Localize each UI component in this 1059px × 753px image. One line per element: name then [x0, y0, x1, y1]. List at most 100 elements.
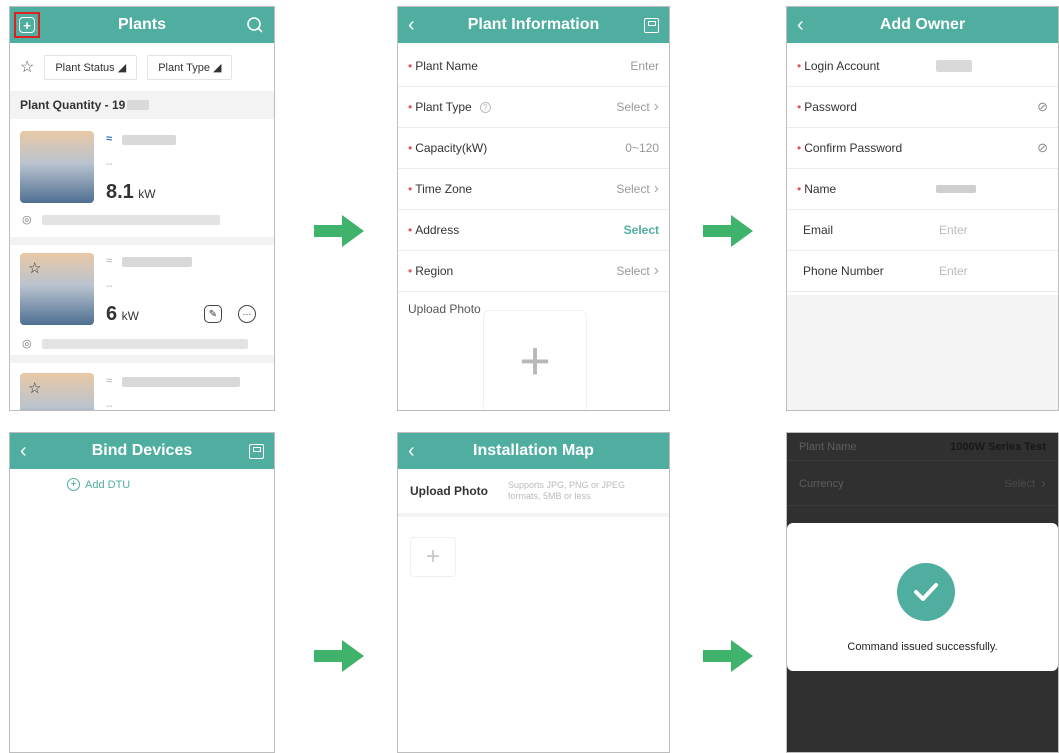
chevron-left-icon: ‹ [408, 439, 415, 462]
required-mark: • [408, 141, 413, 155]
row-phone-number[interactable]: Phone Number Enter [787, 251, 1058, 292]
required-mark: • [797, 182, 802, 196]
redacted-address [42, 215, 220, 225]
row-value: Enter [630, 59, 659, 73]
highlight-box: + [14, 12, 40, 38]
page-title: Bind Devices [91, 442, 193, 459]
plant-status-dash: -- [106, 401, 113, 411]
add-dtu-button[interactable]: + Add DTU [67, 478, 130, 491]
success-dialog: Command issued successfully. [787, 523, 1058, 671]
chevron-left-icon: ‹ [20, 439, 27, 462]
wifi-off-icon: ≈ [106, 375, 113, 387]
row-time-zone[interactable]: • Time Zone Select › [398, 169, 669, 210]
redacted-text [122, 377, 240, 387]
plant-info-form: • Plant Name Enter • Plant Type ? Select… [398, 46, 669, 292]
row-value: 1000W Series Test [950, 440, 1046, 453]
success-screen: Plant Name 1000W Series Test Currency Se… [786, 432, 1059, 753]
row-address[interactable]: • Address Select [398, 210, 669, 251]
row-label: Region [415, 264, 454, 278]
star-icon[interactable]: ☆ [20, 57, 34, 77]
save-button[interactable] [249, 433, 264, 469]
help-icon[interactable]: ? [479, 101, 491, 113]
upload-photo-button[interactable]: + [410, 537, 456, 577]
row-region[interactable]: • Region Select › [398, 251, 669, 292]
row-login-account[interactable]: • Login Account [787, 46, 1058, 87]
eye-off-icon[interactable]: ⊘ [1037, 99, 1048, 115]
row-email[interactable]: Email Enter [787, 210, 1058, 251]
location-pin-icon: ◎ [22, 214, 32, 226]
eye-off-icon[interactable]: ⊘ [1037, 140, 1048, 156]
more-icon[interactable]: ··· [238, 305, 256, 323]
plant-thumbnail [20, 131, 94, 203]
upload-hint: Supports JPG, PNG or JPEG formats, 5MB o… [508, 480, 626, 501]
redacted-text [936, 60, 973, 72]
installation-map-header: ‹ Installation Map [398, 433, 669, 469]
row-confirm-password[interactable]: • Confirm Password ⊘ [787, 128, 1058, 169]
row-capacity[interactable]: • Capacity(kW) 0~120 [398, 128, 669, 169]
redacted-text [122, 135, 176, 145]
upload-photo-label: Upload Photo [410, 484, 488, 498]
back-button[interactable]: ‹ [20, 433, 27, 469]
chevron-right-icon: › [653, 180, 659, 197]
chevron-left-icon: ‹ [797, 13, 804, 36]
redacted-text [122, 257, 192, 267]
plant-quantity-label: Plant Quantity - 19 [20, 98, 126, 112]
star-icon[interactable]: ☆ [28, 379, 41, 397]
upload-photo-label: Upload Photo [408, 302, 481, 316]
plant-card[interactable]: ≈ -- 8.1 kW ◎ [10, 121, 274, 237]
value-text: Select [623, 223, 659, 237]
filter-bar: ☆ Plant Status ◢ Plant Type ◢ [10, 51, 274, 83]
row-label: Plant Name [799, 440, 857, 453]
back-button[interactable]: ‹ [408, 7, 415, 43]
value-text: Select [616, 100, 650, 114]
plus-square-icon: + [19, 17, 35, 33]
edit-icon[interactable]: ✎ [204, 305, 222, 323]
plant-card[interactable]: ☆ ≈ -- [10, 363, 274, 411]
phone-field[interactable]: Enter [939, 264, 968, 278]
back-button[interactable]: ‹ [408, 433, 415, 469]
row-label: Confirm Password [804, 141, 903, 155]
row-password[interactable]: • Password ⊘ [787, 87, 1058, 128]
flow-arrow-3 [314, 640, 364, 672]
form-footer-area [787, 295, 1058, 410]
add-plant-button[interactable]: + [14, 7, 40, 43]
flow-arrow-4 [703, 640, 753, 672]
plus-circle-icon: + [67, 478, 80, 491]
row-label: Address [415, 223, 460, 237]
row-plant-type[interactable]: • Plant Type ? Select › [398, 87, 669, 128]
plant-power: 6 kW [106, 303, 139, 326]
filter-plant-type[interactable]: Plant Type ◢ [147, 54, 233, 80]
plant-info-header: ‹ Plant Information [398, 7, 669, 43]
flow-arrow-2 [703, 215, 753, 247]
required-mark: • [408, 59, 413, 73]
redacted-text [936, 185, 977, 193]
required-mark: • [408, 223, 413, 237]
filter-plant-status[interactable]: Plant Status ◢ [44, 54, 138, 80]
filter-label: Plant Type [158, 61, 210, 74]
row-value: Select › [616, 262, 659, 280]
plant-card[interactable]: ☆ ≈ -- 6 kW ✎ ··· ◎ [10, 245, 274, 355]
required-mark: • [797, 59, 802, 73]
location-pin-icon: ◎ [22, 338, 32, 350]
required-mark: • [408, 182, 413, 196]
success-message: Command issued successfully. [847, 641, 998, 653]
row-label: Password [804, 100, 857, 114]
row-label: Phone Number [803, 264, 884, 278]
row-name[interactable]: • Name [787, 169, 1058, 210]
email-field[interactable]: Enter [939, 223, 968, 237]
page-title: Plants [117, 16, 166, 33]
search-button[interactable] [246, 7, 264, 43]
value-text: 0~120 [625, 141, 659, 155]
row-plant-name[interactable]: • Plant Name Enter [398, 46, 669, 87]
filter-label: Plant Status [55, 61, 115, 74]
plant-information-screen: ‹ Plant Information • Plant Name Enter •… [397, 6, 670, 411]
add-owner-screen: ‹ Add Owner • Login Account • Password ⊘… [786, 6, 1059, 411]
card-divider [10, 355, 274, 363]
plant-power: 8.1 kW [106, 181, 156, 204]
back-button[interactable]: ‹ [797, 7, 804, 43]
bind-devices-header: ‹ Bind Devices [10, 433, 274, 469]
star-icon[interactable]: ☆ [28, 259, 41, 277]
save-button[interactable] [644, 7, 659, 43]
installation-map-screen: ‹ Installation Map Upload Photo Supports… [397, 432, 670, 753]
upload-photo-button[interactable]: + [483, 310, 587, 410]
